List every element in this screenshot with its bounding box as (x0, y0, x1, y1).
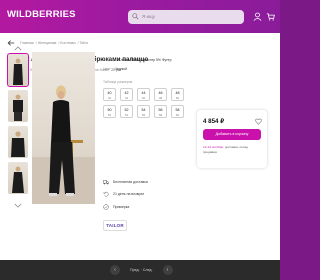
check-icon (103, 203, 109, 210)
site-header: WILDBERRIES Я ищу (0, 0, 280, 33)
property-row: Цвет Черный (103, 65, 171, 74)
breadcrumb: Главная / Женщинам / Костюмы / Tailor (20, 41, 89, 45)
delivery-info: 12-14 октября, доставка, склад продавца (203, 145, 261, 154)
size-option[interactable]: 42 44 (120, 88, 133, 101)
search-icon (132, 13, 139, 20)
pager: ‹ Пред. · След. › (100, 265, 183, 275)
main-product-photo[interactable] (32, 52, 95, 204)
buy-box: 4 854 ₽ Добавить в корзину 12-14 октября… (197, 110, 267, 168)
property-label: Состав (103, 58, 115, 62)
wildberries-logo[interactable]: WILDBERRIES (7, 9, 76, 20)
feature-list: Бесплатная доставка 21 день на возврат П… (103, 178, 148, 216)
heart-icon[interactable] (255, 118, 262, 125)
breadcrumb-item[interactable]: Женщинам (38, 41, 57, 45)
prev-page-icon[interactable]: ‹ (110, 265, 120, 275)
thumbs-down-icon[interactable] (14, 203, 22, 208)
search-input[interactable]: Я ищу (128, 10, 244, 24)
breadcrumb-item[interactable]: Костюмы (60, 41, 75, 45)
thumbnail[interactable] (8, 90, 28, 122)
add-to-cart-button[interactable]: Добавить в корзину (203, 129, 261, 140)
thumbnail[interactable] (7, 53, 29, 87)
size-option[interactable]: 58 60 (171, 105, 184, 118)
thumbnail[interactable] (8, 162, 28, 194)
breadcrumb-item[interactable]: Tailor (80, 41, 89, 45)
price: 4 854 ₽ (203, 118, 225, 125)
size-option[interactable]: 44 46 (137, 88, 150, 101)
property-value: Черный (114, 67, 127, 71)
size-table-link[interactable]: Таблица размеров (103, 80, 132, 84)
truck-icon (103, 179, 109, 184)
pager-text: Пред. · След. (130, 268, 153, 272)
property-value: Хлопок 95% Полиэстер 5% Футер (118, 58, 172, 62)
breadcrumb-item[interactable]: Главная (20, 41, 34, 45)
thumbnail-strip (7, 53, 29, 198)
cart-icon[interactable] (266, 12, 275, 21)
size-option[interactable]: 46 48 (154, 88, 167, 101)
size-option[interactable]: 48 50 (171, 88, 184, 101)
size-option[interactable]: 54 56 (137, 105, 150, 118)
feature-item: 21 день на возврат (103, 191, 148, 198)
next-page-icon[interactable]: › (162, 265, 173, 275)
feature-item: Бесплатная доставка (103, 178, 148, 185)
size-option[interactable]: 52 54 (120, 105, 133, 118)
thumbnail[interactable] (8, 126, 28, 158)
delivery-date: 12-14 октября (203, 145, 224, 149)
size-option[interactable]: 56 58 (154, 105, 167, 118)
user-icon[interactable] (253, 12, 262, 21)
property-label: Цвет (103, 67, 111, 71)
size-option[interactable]: 50 52 (103, 105, 116, 118)
search-placeholder: Я ищу (142, 14, 156, 19)
feature-item: Примерка (103, 203, 148, 210)
size-selector: 40 42 42 44 44 46 46 48 48 50 50 52 52 54 54 56 … (103, 88, 184, 118)
property-row: Состав Хлопок 95% Полиэстер 5% Футер (103, 56, 171, 65)
return-icon (103, 191, 109, 197)
brand-badge[interactable]: TAILOR (103, 220, 127, 231)
size-option[interactable]: 40 42 (103, 88, 116, 101)
thumbs-up-icon[interactable] (14, 46, 22, 51)
product-properties: Состав Хлопок 95% Полиэстер 5% Футер Цвет… (103, 56, 171, 74)
